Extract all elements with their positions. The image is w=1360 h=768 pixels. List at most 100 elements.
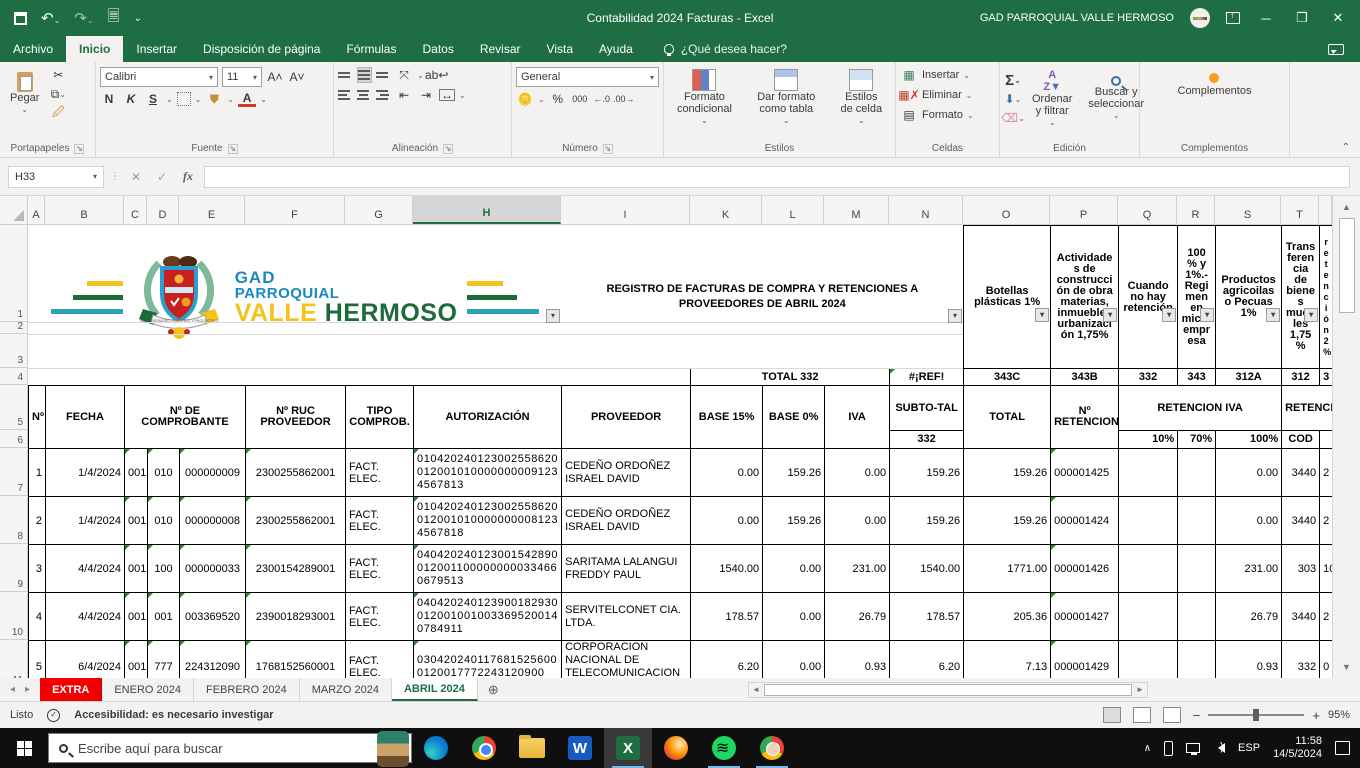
cell-base15[interactable]: 178.57 <box>691 593 763 641</box>
taskbar-edge[interactable] <box>412 728 460 768</box>
cell-secuencial[interactable]: 000000008 <box>180 497 246 545</box>
print-preview-icon[interactable]: 🗏 <box>108 6 120 31</box>
cell-serie[interactable]: 001 <box>125 545 148 593</box>
col-E[interactable]: E <box>179 196 245 224</box>
cell-fecha[interactable]: 4/4/2024 <box>46 545 125 593</box>
tax-header-botellas[interactable]: Botellas plásticas 1%▾ <box>964 226 1051 369</box>
tax-header-partial[interactable]: retención 2% <box>1320 226 1332 369</box>
tab-datos[interactable]: Datos <box>409 36 466 62</box>
cell-ret10[interactable] <box>1119 641 1178 679</box>
tax-header-microempresa[interactable]: 100 % y 1%.- Regimen en microempresa▾ <box>1178 226 1216 369</box>
cell-fecha[interactable]: 1/4/2024 <box>46 497 125 545</box>
header-subtotal[interactable]: SUBTO-TAL <box>890 386 964 431</box>
col-T[interactable]: T <box>1281 196 1319 224</box>
cell-punto-emision[interactable]: 010 <box>148 497 180 545</box>
cell-ret100[interactable]: 0.93 <box>1216 641 1282 679</box>
cell-ruc[interactable]: 2300154289001 <box>246 545 346 593</box>
cell-proveedor[interactable]: CEDEÑO ORDOÑEZ ISRAEL DAVID <box>562 449 691 497</box>
cell-subtotal[interactable]: 178.57 <box>890 593 964 641</box>
ribbon-display-options-icon[interactable] <box>1226 12 1240 24</box>
cell-secuencial[interactable]: 000000033 <box>180 545 246 593</box>
zoom-slider-thumb[interactable] <box>1253 709 1259 721</box>
cell-proveedor[interactable]: CEDEÑO ORDOÑEZ ISRAEL DAVID <box>562 497 691 545</box>
increase-indent-icon[interactable]: ⇥ <box>417 87 435 103</box>
row-6[interactable]: 6 <box>0 430 28 448</box>
col-M[interactable]: M <box>824 196 889 224</box>
tell-me-search[interactable]: ¿Qué desea hacer? <box>664 36 787 62</box>
taskbar-excel-active[interactable]: X <box>604 728 652 768</box>
cell-subtotal[interactable]: 1540.00 <box>890 545 964 593</box>
cell-pct[interactable]: 10 <box>1320 545 1332 593</box>
cell-cod[interactable]: 3440 <box>1282 593 1320 641</box>
cell-tipo[interactable]: FACT. ELEC. <box>346 545 414 593</box>
cell-cod[interactable]: 3440 <box>1282 449 1320 497</box>
cell-pct[interactable]: 2 <box>1320 449 1332 497</box>
col-Q[interactable]: Q <box>1118 196 1177 224</box>
page-layout-view-icon[interactable] <box>1133 707 1151 723</box>
horizontal-scrollbar[interactable]: ◄ ► <box>748 682 1148 698</box>
align-bottom-icon[interactable] <box>376 70 391 80</box>
cell-iva[interactable]: 0.00 <box>825 449 890 497</box>
undo-icon[interactable]: ↶⌄ <box>41 9 60 27</box>
cell-ruc[interactable]: 2300255862001 <box>246 449 346 497</box>
copy-icon[interactable]: ⧉⌄ <box>49 86 67 102</box>
cell-base15[interactable]: 0.00 <box>691 497 763 545</box>
cell-pct[interactable]: 2 <box>1320 497 1332 545</box>
cell-pct[interactable]: 2 <box>1320 593 1332 641</box>
col-I[interactable]: I <box>561 196 690 224</box>
tab-formulas[interactable]: Fórmulas <box>333 36 409 62</box>
filter-dropdown-icon[interactable]: ▾ <box>948 309 962 323</box>
tax-header-agricolas[interactable]: Productos agricoilas o Pecuas 1%▾ <box>1216 226 1282 369</box>
cell-ret10[interactable] <box>1119 449 1178 497</box>
start-button[interactable] <box>0 728 48 768</box>
cell-total[interactable]: 7.13 <box>964 641 1051 679</box>
header-retencion[interactable]: RETENCIÓN <box>1282 386 1332 431</box>
cell-n[interactable]: 3 <box>29 545 46 593</box>
cell[interactable] <box>29 369 691 386</box>
cell[interactable] <box>1320 431 1332 449</box>
cell-autorizacion[interactable]: 0404202401230015428900120011000000000334… <box>414 545 562 593</box>
cell-subtotal[interactable]: 159.26 <box>890 449 964 497</box>
filter-dropdown-icon[interactable]: ▾ <box>1200 308 1214 322</box>
confirm-entry-icon[interactable]: ✓ <box>152 170 172 184</box>
col-P[interactable]: P <box>1050 196 1118 224</box>
cell-serie[interactable]: 001 <box>125 593 148 641</box>
col-N[interactable]: N <box>889 196 963 224</box>
decrease-font-icon[interactable]: A˅ <box>288 69 306 85</box>
decrease-decimal-icon[interactable]: .00→ <box>615 91 633 107</box>
sheet-tab-extra[interactable]: EXTRA <box>40 678 102 701</box>
cell-autorizacion[interactable]: 0104202401230025586200120010100000000081… <box>414 497 562 545</box>
cell-ret70[interactable] <box>1178 641 1216 679</box>
horizontal-scroll-thumb[interactable] <box>764 684 1132 696</box>
cell-ret10[interactable] <box>1119 593 1178 641</box>
cell-base0[interactable]: 159.26 <box>763 497 825 545</box>
sheet-tab-enero[interactable]: ENERO 2024 <box>102 678 194 701</box>
font-color-icon[interactable]: A <box>238 91 256 107</box>
underline-icon[interactable]: S <box>144 91 162 107</box>
autosum-icon[interactable]: Σ⌄ <box>1004 72 1022 88</box>
cell-secuencial[interactable]: 000000009 <box>180 449 246 497</box>
taskbar-chrome-profile[interactable] <box>748 728 796 768</box>
cell-n-retencion[interactable]: 000001425 <box>1051 449 1119 497</box>
code-cell[interactable]: 343 <box>1178 369 1216 386</box>
cell-ruc[interactable]: 1768152560001 <box>246 641 346 679</box>
header-fecha[interactable]: FECHA <box>46 386 125 449</box>
totals-label-cell[interactable]: TOTAL 332 <box>691 369 890 386</box>
header-iva[interactable]: IVA <box>825 386 890 449</box>
wrap-text-icon[interactable]: ab↩ <box>428 67 446 83</box>
taskbar-file-explorer[interactable] <box>508 728 556 768</box>
filter-dropdown-icon[interactable]: ▾ <box>1304 308 1318 322</box>
header-n[interactable]: Nº <box>29 386 46 449</box>
cell-fecha[interactable]: 4/4/2024 <box>46 593 125 641</box>
cell-secuencial[interactable]: 224312090 <box>180 641 246 679</box>
cell-ruc[interactable]: 2390018293001 <box>246 593 346 641</box>
cell-ret70[interactable] <box>1178 497 1216 545</box>
zoom-in-icon[interactable]: + <box>1312 708 1320 723</box>
tab-archivo[interactable]: Archivo <box>0 36 66 62</box>
vertical-scrollbar[interactable]: ▲ ▼ <box>1332 196 1360 678</box>
code-cell[interactable]: 343B <box>1051 369 1119 386</box>
col-L[interactable]: L <box>762 196 824 224</box>
code-cell[interactable]: 332 <box>1119 369 1178 386</box>
filter-dropdown-icon[interactable]: ▾ <box>1035 308 1049 322</box>
bold-icon[interactable]: N <box>100 91 118 107</box>
